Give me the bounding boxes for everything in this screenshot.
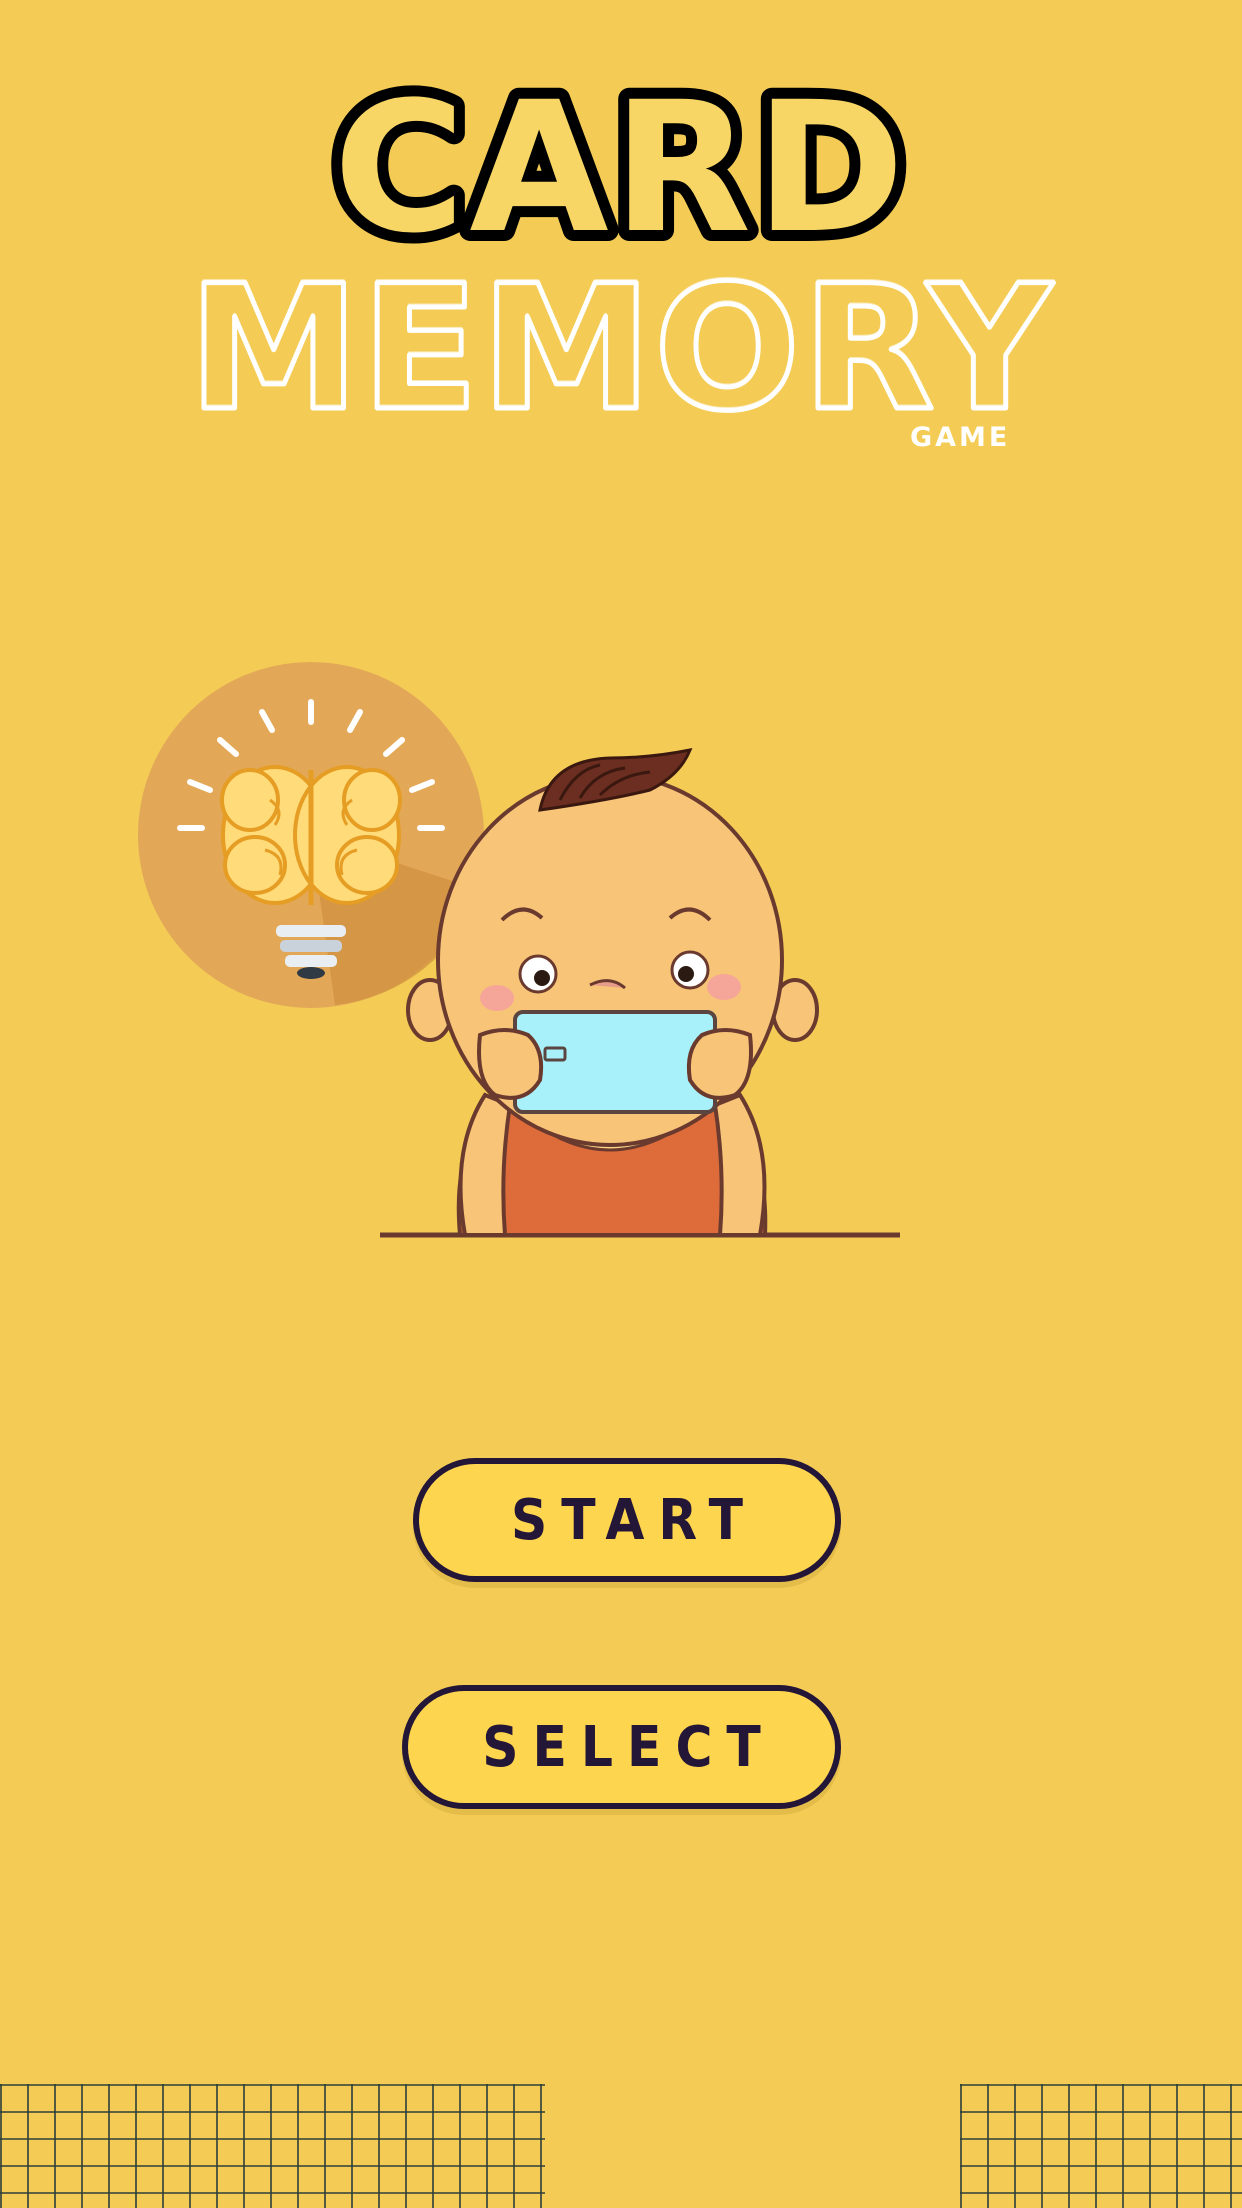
title-game: GAME [910,422,1011,453]
title-card-text: CARD [333,70,908,250]
start-button[interactable]: START [413,1458,841,1582]
title-memory: MEMORY MEMORY [186,258,1055,428]
grid-decoration-right [960,2084,1242,2208]
title-card: CARD [322,70,915,250]
brain-lightbulb-icon [138,662,484,1008]
title-memory-text-outer: MEMORY [188,258,1054,428]
grid-left-lines [0,2084,545,2208]
grid-decoration-left [0,2084,545,2208]
hero-illustration [138,662,900,1238]
grid-right-lines [960,2084,1242,2208]
select-button[interactable]: SELECT [402,1685,841,1809]
